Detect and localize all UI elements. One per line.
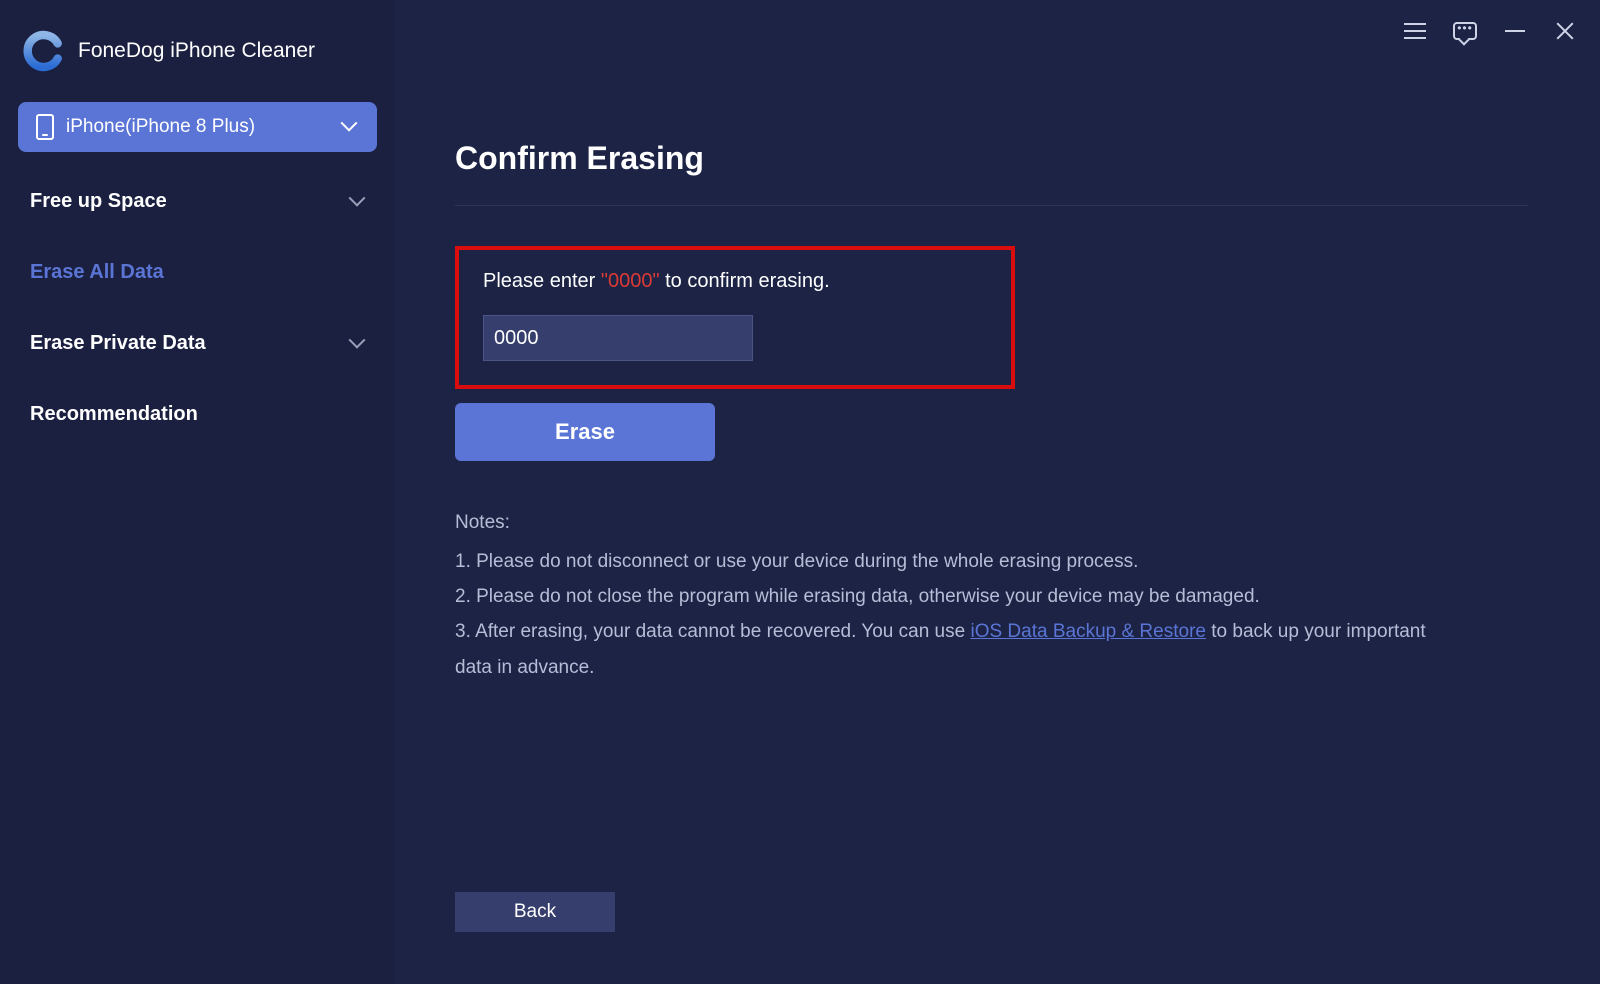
sidebar-item-label: Erase All Data: [30, 261, 164, 284]
titlebar: [1402, 18, 1578, 44]
main: Confirm Erasing Please enter "0000" to c…: [395, 0, 1600, 984]
sidebar-item-free-up-space[interactable]: Free up Space: [18, 166, 377, 237]
sidebar-item-erase-all-data[interactable]: Erase All Data: [18, 237, 377, 308]
sidebar-item-label: Recommendation: [30, 403, 198, 426]
ios-backup-link[interactable]: iOS Data Backup & Restore: [970, 621, 1206, 642]
chevron-down-icon: [351, 195, 365, 209]
app-logo-icon: [22, 30, 64, 72]
divider: [455, 205, 1528, 206]
note-2: 2. Please do not close the program while…: [455, 579, 1435, 614]
prompt-suffix: to confirm erasing.: [660, 270, 830, 292]
menu-button[interactable]: [1402, 18, 1428, 44]
confirm-highlight-box: Please enter "0000" to confirm erasing.: [455, 246, 1015, 389]
close-button[interactable]: [1552, 18, 1578, 44]
note-1: 1. Please do not disconnect or use your …: [455, 544, 1435, 579]
confirm-prompt: Please enter "0000" to confirm erasing.: [483, 270, 987, 293]
note-3: 3. After erasing, your data cannot be re…: [455, 614, 1435, 684]
note-3-prefix: 3. After erasing, your data cannot be re…: [455, 621, 970, 642]
chevron-down-icon: [343, 120, 357, 134]
chat-icon: [1453, 22, 1477, 40]
sidebar-item-label: Erase Private Data: [30, 332, 206, 355]
content: Confirm Erasing Please enter "0000" to c…: [395, 0, 1600, 685]
minimize-button[interactable]: [1502, 18, 1528, 44]
sidebar-item-erase-private-data[interactable]: Erase Private Data: [18, 308, 377, 379]
page-title: Confirm Erasing: [455, 140, 1528, 177]
prompt-prefix: Please enter: [483, 270, 601, 292]
device-selector[interactable]: iPhone(iPhone 8 Plus): [18, 102, 377, 152]
prompt-code: "0000": [601, 270, 660, 292]
back-button[interactable]: Back: [455, 892, 615, 932]
phone-icon: [36, 114, 54, 140]
chevron-down-icon: [351, 337, 365, 351]
device-selector-label: iPhone(iPhone 8 Plus): [66, 116, 255, 138]
brand: FoneDog iPhone Cleaner: [22, 30, 377, 72]
feedback-button[interactable]: [1452, 18, 1478, 44]
minimize-icon: [1505, 30, 1525, 32]
notes-heading: Notes:: [455, 505, 1435, 540]
app-title: FoneDog iPhone Cleaner: [78, 39, 315, 63]
confirm-code-input[interactable]: [483, 315, 753, 361]
erase-button[interactable]: Erase: [455, 403, 715, 461]
sidebar-item-label: Free up Space: [30, 190, 167, 213]
sidebar: FoneDog iPhone Cleaner iPhone(iPhone 8 P…: [0, 0, 395, 984]
sidebar-item-recommendation[interactable]: Recommendation: [18, 379, 377, 450]
notes: Notes: 1. Please do not disconnect or us…: [455, 505, 1435, 685]
menu-icon: [1404, 30, 1426, 32]
close-icon: [1555, 21, 1575, 41]
